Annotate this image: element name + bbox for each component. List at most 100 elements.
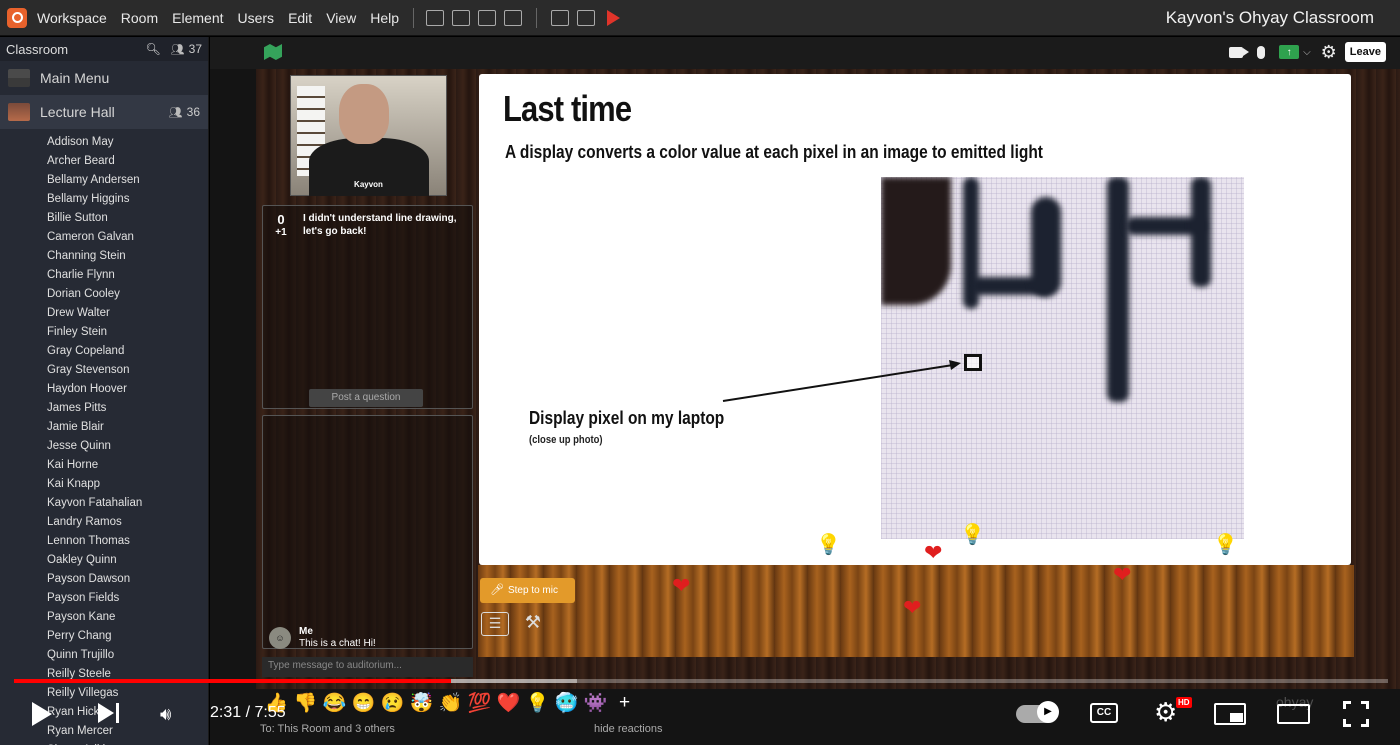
edit-icon[interactable] (551, 9, 570, 26)
participant-item[interactable]: Drew Walter (47, 304, 208, 323)
heart-icon: ❤ (672, 573, 691, 598)
menu-room[interactable]: Room (121, 10, 158, 26)
menu-divider (536, 7, 538, 28)
participant-item[interactable]: Jamie Blair (47, 418, 208, 437)
app-logo-icon[interactable] (7, 7, 27, 28)
presentation-slide: Last time A display converts a color val… (479, 74, 1351, 565)
microphone-icon: 🎤︎ (490, 584, 504, 596)
heart-icon: ❤ (903, 595, 922, 620)
upvote-button[interactable]: +1 (271, 227, 291, 238)
layout-left-panel-icon[interactable] (452, 9, 471, 26)
sidebar-title: Classroom (6, 41, 69, 57)
participant-item[interactable]: Quinn Trujillo (47, 646, 208, 665)
menu-help[interactable]: Help (370, 10, 399, 26)
participant-item[interactable]: Lennon Thomas (47, 532, 208, 551)
menu-workspace[interactable]: Workspace (37, 10, 107, 26)
participant-item[interactable]: Oakley Quinn (47, 551, 208, 570)
gear-icon[interactable]: ⚙︎ (1154, 699, 1177, 725)
room-thumbnail (8, 69, 30, 87)
heart-icon: ❤ (1113, 562, 1132, 587)
sidebar-item-lecture-hall[interactable]: Lecture Hall 👥︎ 36 (0, 95, 208, 129)
slide-sublabel: (close up photo) (529, 434, 603, 446)
participant-item[interactable]: James Pitts (47, 399, 208, 418)
question-item[interactable]: 0 +1 I didn't understand line drawing, l… (271, 212, 468, 238)
room-count: 36 (186, 105, 200, 119)
hd-badge: HD (1176, 697, 1192, 708)
microphone-icon[interactable] (1257, 45, 1266, 59)
menu-users[interactable]: Users (238, 10, 275, 26)
chevron-down-icon[interactable]: ⌵ (1303, 47, 1311, 58)
person-head-image (339, 84, 389, 144)
miniplayer-inner (1230, 713, 1243, 722)
classroom-count: 37 (188, 42, 202, 56)
clapperboard-icon[interactable] (577, 9, 596, 26)
participant-item[interactable]: Dorian Cooley (47, 285, 208, 304)
step-to-mic-button[interactable]: 🎤︎ Step to mic (480, 578, 575, 603)
participant-item[interactable]: Billie Sutton (47, 209, 208, 228)
heart-icon: ❤ (924, 540, 943, 565)
sidebar: Classroom 🔍︎ 👥︎ 37 Main Menu Lecture Hal… (0, 37, 209, 745)
room-toolbar: ↑ ⌵ ⚙︎ Leave (210, 37, 1400, 69)
volume-icon[interactable]: 🔊︎ (160, 704, 171, 725)
menu-edit[interactable]: Edit (288, 10, 312, 26)
leave-button[interactable]: Leave (1344, 42, 1386, 62)
pointer-arrow (722, 360, 961, 402)
captions-button[interactable]: CC (1090, 703, 1118, 723)
participant-item[interactable]: Addison May (47, 133, 208, 152)
participant-item[interactable]: Archer Beard (47, 152, 208, 171)
media-controls: ↑ ⌵ ⚙︎ Leave (1229, 42, 1386, 62)
search-icon[interactable]: 🔍︎ (145, 42, 160, 56)
participant-item[interactable]: Perry Chang (47, 627, 208, 646)
participant-item[interactable]: Kai Knapp (47, 475, 208, 494)
participant-item[interactable]: Landry Ramos (47, 513, 208, 532)
share-screen-icon[interactable]: ↑ (1279, 45, 1300, 59)
menu-divider (413, 7, 415, 28)
list-icon[interactable]: ☰ (481, 612, 509, 636)
participant-item[interactable]: Payson Dawson (47, 570, 208, 589)
camera-icon[interactable] (1229, 46, 1250, 58)
participant-item[interactable]: Finley Stein (47, 323, 208, 342)
slide-label: Display pixel on my laptop (529, 408, 725, 428)
progress-bar[interactable] (14, 679, 1388, 683)
chat-input[interactable]: Type message to auditorium... (262, 657, 473, 677)
layout-bottom-panel-icon[interactable] (478, 9, 497, 26)
questions-panel: 0 +1 I didn't understand line drawing, l… (262, 205, 473, 409)
pixel-marker (964, 354, 982, 371)
participant-item[interactable]: Charlie Flynn (47, 266, 208, 285)
participant-item[interactable]: Channing Stein (47, 247, 208, 266)
fullscreen-icon[interactable] (1343, 701, 1369, 727)
lightbulb-icon: 💡 (816, 534, 841, 556)
room-title: Kayvon's Ohyay Classroom (1165, 8, 1374, 27)
participant-item[interactable]: Payson Kane (47, 608, 208, 627)
theater-mode-icon[interactable] (1277, 704, 1310, 724)
tools-icon[interactable]: ⚒︎ (519, 612, 547, 636)
participant-item[interactable]: Gray Copeland (47, 342, 208, 361)
participant-item[interactable]: Gray Stevenson (47, 361, 208, 380)
post-question-button[interactable]: Post a question (309, 389, 423, 407)
video-name-tag: Kayvon (354, 180, 383, 189)
sidebar-item-main-menu[interactable]: Main Menu (0, 61, 208, 95)
layout-free-icon[interactable] (426, 9, 445, 26)
play-icon[interactable] (32, 702, 52, 726)
participant-item[interactable]: Bellamy Higgins (47, 190, 208, 209)
progress-played (14, 679, 451, 683)
gear-icon[interactable]: ⚙︎ (1321, 43, 1337, 61)
participant-item[interactable]: Kayvon Fatahalian (47, 494, 208, 513)
participant-item[interactable]: Shaun Adkins (47, 741, 208, 745)
present-play-icon[interactable] (607, 9, 621, 26)
participant-item[interactable]: Bellamy Andersen (47, 171, 208, 190)
layout-right-panel-icon[interactable] (504, 9, 523, 26)
main-area: ↑ ⌵ ⚙︎ Leave Kayvon 0 +1 I didn't unders… (210, 37, 1400, 745)
sidebar-item-label: Lecture Hall (40, 104, 115, 120)
menu-element[interactable]: Element (172, 10, 223, 26)
next-icon[interactable] (98, 703, 114, 723)
participant-item[interactable]: Cameron Galvan (47, 228, 208, 247)
participant-item[interactable]: Payson Fields (47, 589, 208, 608)
people-icon: 👥︎ (168, 106, 183, 119)
menu-view[interactable]: View (326, 10, 356, 26)
map-icon[interactable] (264, 44, 282, 60)
webcam-video[interactable]: Kayvon (290, 75, 447, 196)
participant-item[interactable]: Haydon Hoover (47, 380, 208, 399)
participant-item[interactable]: Jesse Quinn (47, 437, 208, 456)
participant-item[interactable]: Kai Horne (47, 456, 208, 475)
